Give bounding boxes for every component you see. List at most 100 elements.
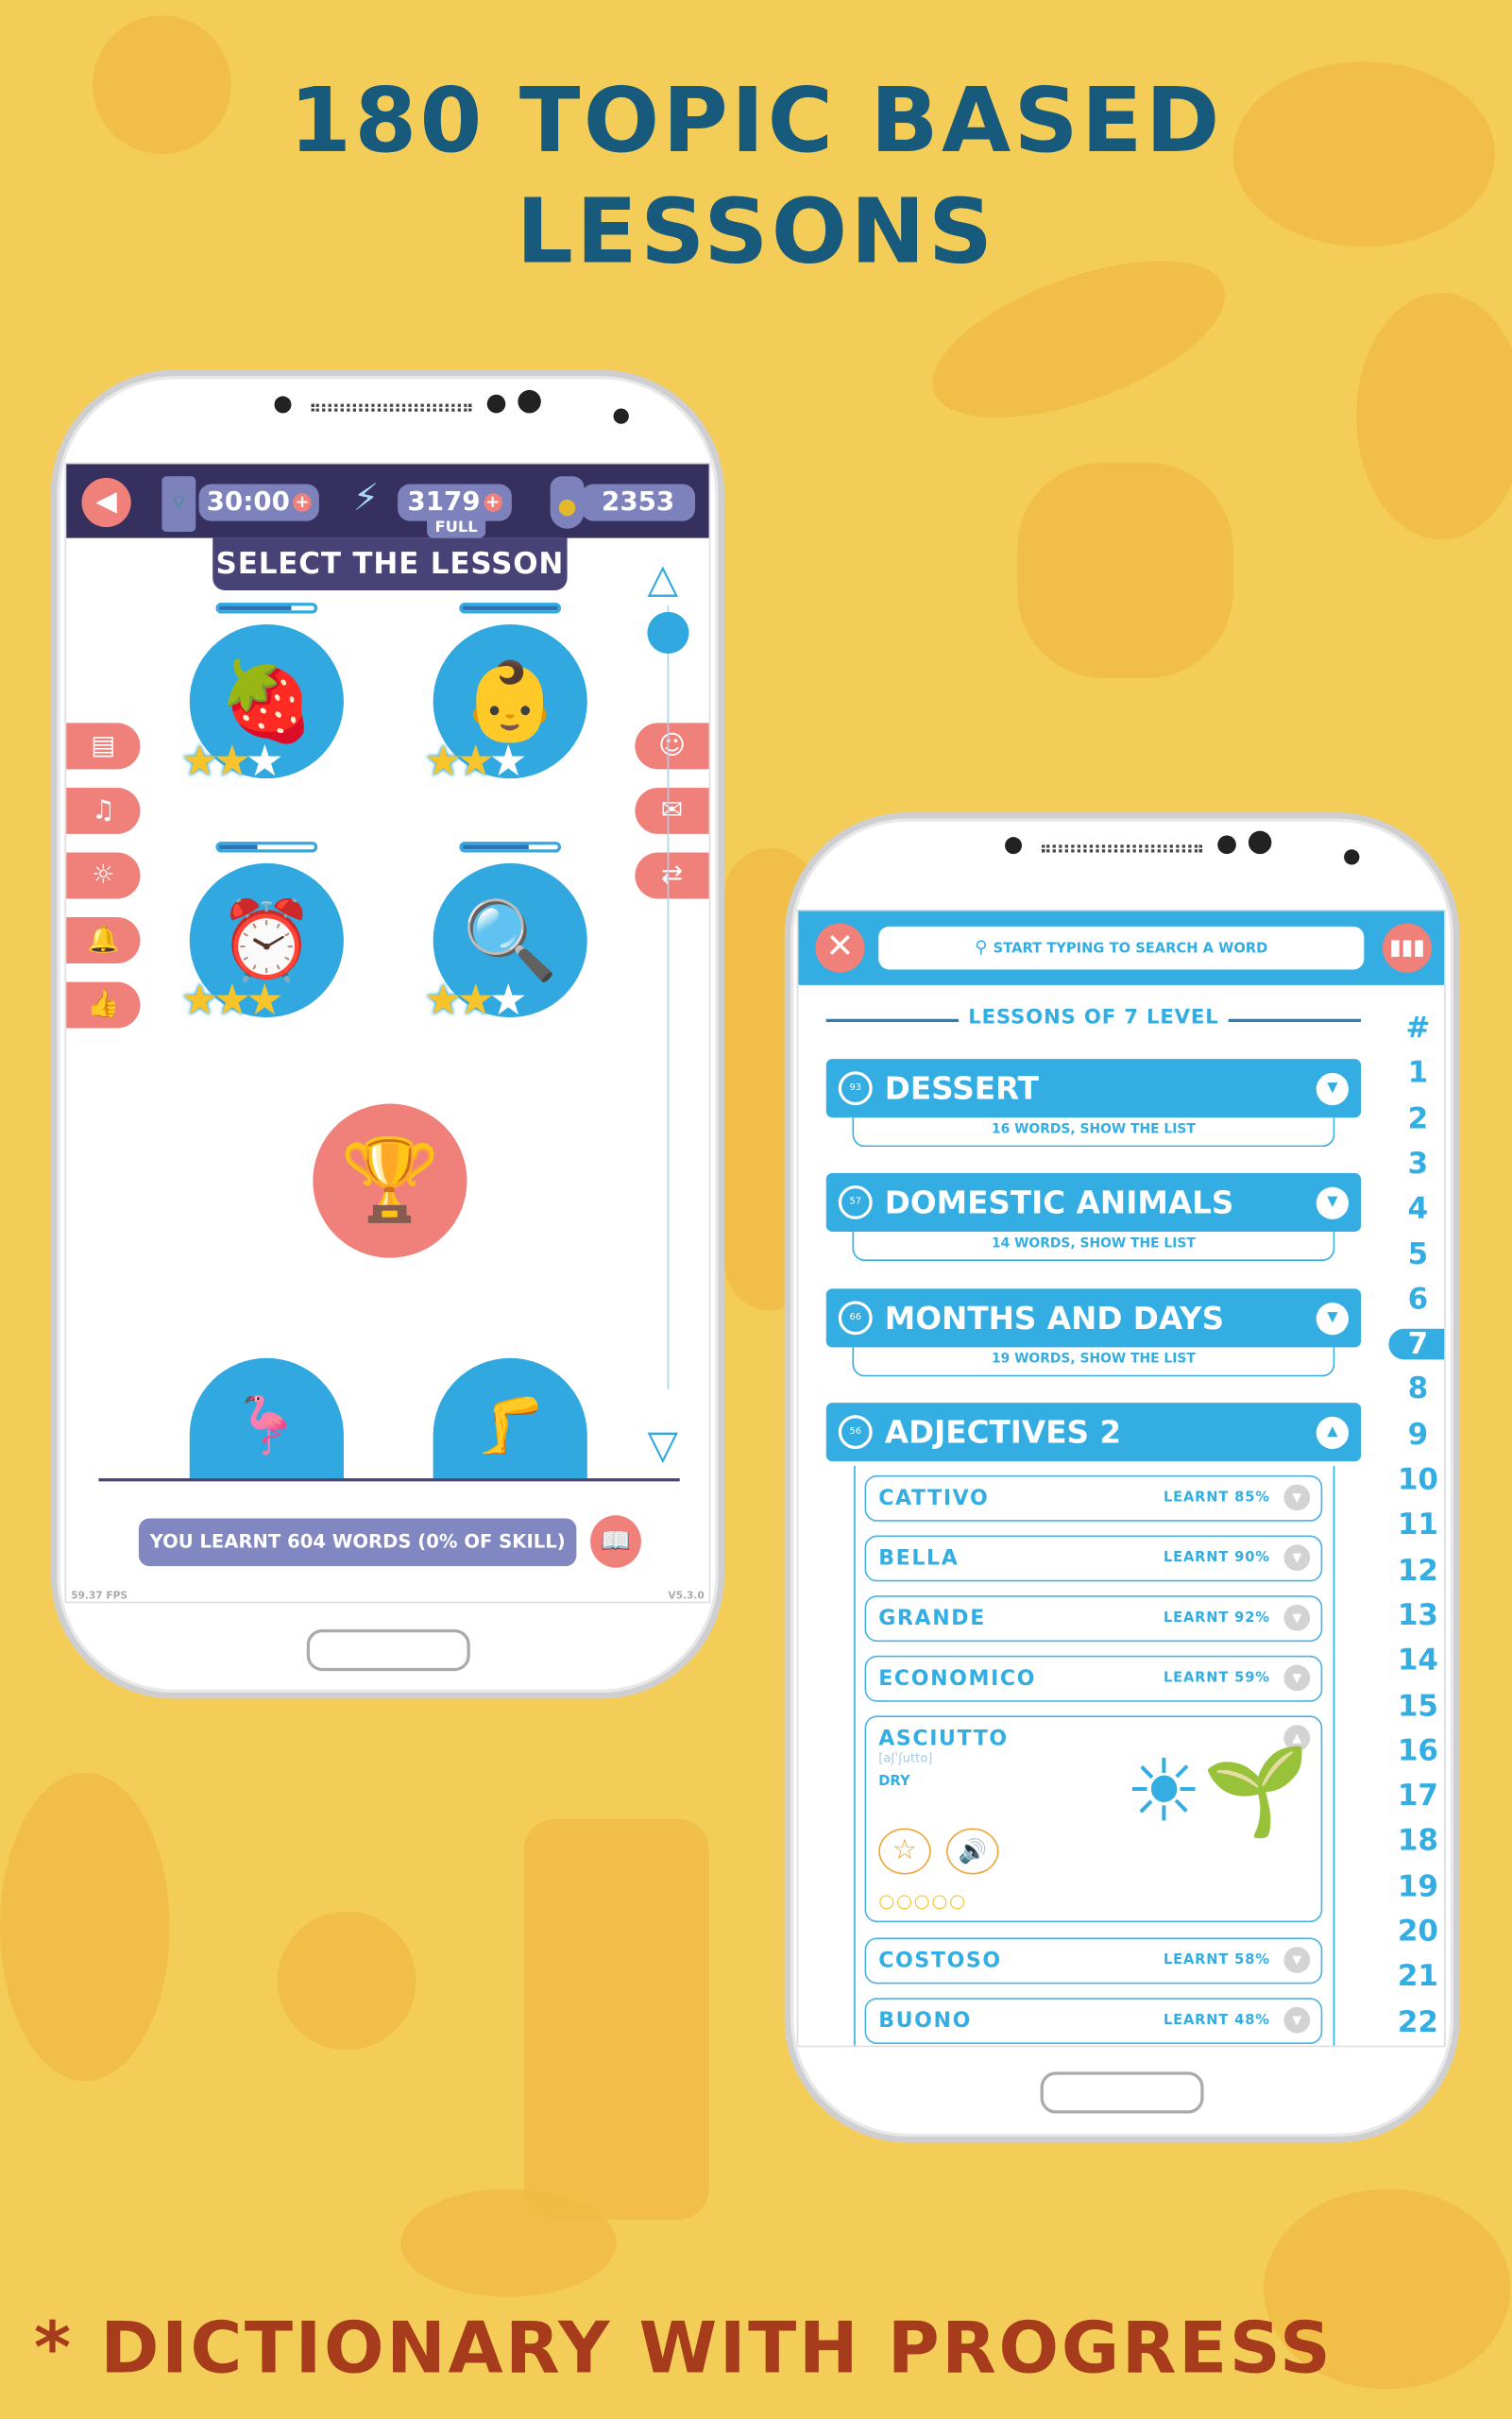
headline-line-1: 180 TOPIC BASED	[289, 67, 1223, 173]
word-row[interactable]: BELLA LEARNT 90% ▼	[864, 1535, 1323, 1582]
plus-icon[interactable]: +	[483, 492, 502, 512]
lesson-header[interactable]: 57 DOMESTIC ANIMALS ▼	[825, 1172, 1362, 1232]
index-item[interactable]: 21	[1388, 1955, 1444, 2000]
word-text: BUONO	[878, 2008, 973, 2034]
chevron-down-icon[interactable]: ▼	[1283, 2006, 1311, 2034]
index-item[interactable]: 17	[1388, 1775, 1444, 1819]
index-item[interactable]: 14	[1388, 1639, 1444, 1683]
close-button[interactable]: ✕	[815, 923, 865, 973]
star-filled-icon: ★	[179, 735, 219, 787]
chevron-down-icon[interactable]: ▼	[1316, 1186, 1349, 1219]
timer-stat[interactable]: 30:00 +	[198, 484, 319, 521]
status-bar: ◀ ⌔ 30:00 + ⚡ 3179 + FULL ● 2353	[66, 464, 709, 538]
users-swap-button[interactable]: ⇄	[635, 852, 709, 899]
index-item[interactable]: 18	[1388, 1819, 1444, 1864]
index-item[interactable]: 5	[1388, 1233, 1444, 1277]
chevron-down-icon[interactable]: ▼	[1283, 1664, 1311, 1692]
index-item[interactable]: 9	[1388, 1413, 1444, 1457]
lesson-name: ADJECTIVES 2	[884, 1413, 1122, 1451]
lesson-flamingo[interactable]: 🦩	[189, 1357, 344, 1479]
show-list-link[interactable]: 16 WORDS, SHOW THE LIST	[852, 1117, 1335, 1148]
word-row[interactable]: ECONOMICO LEARNT 59% ▼	[864, 1655, 1323, 1702]
brightness-button[interactable]: ☼	[66, 852, 141, 899]
word-row[interactable]: GRANDE LEARNT 92% ▼	[864, 1595, 1323, 1643]
word-row-expanded[interactable]: ASCIUTTO [aʃˈʃutto] DRY ▲ ☆ 🔊 ○○○○○ ☀🌱	[864, 1715, 1323, 1923]
progress-dots: ○○○○○	[878, 1889, 967, 1912]
dry-plant-illustration: ☀🌱	[1125, 1742, 1311, 1843]
index-item[interactable]: 3	[1388, 1142, 1444, 1186]
home-button[interactable]	[306, 1629, 470, 1672]
star-filled-icon: ★	[456, 974, 495, 1026]
coin-bag-icon: ●	[550, 476, 585, 529]
home-button[interactable]	[1040, 2071, 1204, 2114]
word-text: ECONOMICO	[878, 1666, 1037, 1692]
index-item[interactable]: 10	[1388, 1458, 1444, 1503]
index-item[interactable]: 12	[1388, 1548, 1444, 1593]
lesson-progress-bar	[215, 842, 318, 853]
chevron-down-icon[interactable]: ▼	[1283, 1544, 1311, 1572]
index-item[interactable]: 15	[1388, 1684, 1444, 1729]
chevron-down-icon[interactable]: ▼	[1283, 1484, 1311, 1511]
book-button[interactable]: ▤	[66, 723, 141, 770]
index-item[interactable]: 13	[1388, 1593, 1444, 1638]
scroll-up-arrow[interactable]: △	[647, 559, 678, 599]
chevron-down-icon[interactable]: ▼	[1316, 1072, 1349, 1106]
speaker-button[interactable]: 🔊	[946, 1828, 999, 1875]
index-item[interactable]: 1	[1388, 1052, 1444, 1097]
word-row[interactable]: COSTOSO LEARNT 58% ▼	[864, 1937, 1323, 1985]
lesson-header[interactable]: 93 DESSERT ▼	[825, 1059, 1362, 1118]
trophy-button[interactable]: 🏆	[313, 1103, 467, 1258]
learnt-percent: LEARNT 92%	[1163, 1610, 1270, 1627]
music-off-button[interactable]: ♫	[66, 787, 141, 834]
show-list-link[interactable]: 19 WORDS, SHOW THE LIST	[852, 1347, 1335, 1377]
face-icon: ☺	[658, 730, 687, 762]
bell-button[interactable]: 🔔	[66, 917, 141, 963]
chevron-down-icon[interactable]: ▼	[1283, 1604, 1311, 1631]
star-rating: ★★★	[179, 735, 284, 787]
coins-stat: 2353	[581, 484, 696, 521]
index-item[interactable]: 16	[1388, 1729, 1444, 1774]
chevron-down-icon[interactable]: ▼	[1283, 1947, 1311, 1973]
divider	[98, 1478, 680, 1481]
energy-stat[interactable]: 3179 +	[398, 484, 512, 521]
chevron-down-icon[interactable]: ▼	[1316, 1303, 1349, 1336]
index-item[interactable]: 22	[1388, 2001, 1444, 2045]
index-item[interactable]: #	[1388, 1007, 1444, 1051]
index-item[interactable]: 2	[1388, 1097, 1444, 1141]
progress-badge: 93	[838, 1071, 873, 1106]
lesson-body-parts[interactable]: 🦵	[433, 1357, 587, 1479]
scrollbar-track[interactable]	[667, 605, 670, 1389]
index-item[interactable]: 7	[1388, 1329, 1445, 1360]
favorite-star-button[interactable]: ☆	[878, 1828, 931, 1875]
index-item[interactable]: 20	[1388, 1910, 1444, 1954]
lesson-header[interactable]: 56 ADJECTIVES 2 ▲	[825, 1403, 1362, 1462]
index-item[interactable]: 4	[1388, 1187, 1444, 1232]
index-item[interactable]: 8	[1388, 1368, 1444, 1412]
back-button[interactable]: ◀	[81, 477, 131, 528]
plus-icon[interactable]: +	[293, 492, 312, 512]
word-row[interactable]: BUONO LEARNT 48% ▼	[864, 1998, 1323, 2045]
progress-badge: 56	[838, 1415, 873, 1450]
show-list-link[interactable]: 14 WORDS, SHOW THE LIST	[852, 1231, 1335, 1261]
word-row[interactable]: CATTIVO LEARNT 85% ▼	[864, 1474, 1323, 1522]
lesson-name: DESSERT	[884, 1069, 1039, 1107]
timer-value: 30:00	[206, 486, 290, 519]
reading-icon[interactable]: 📖	[590, 1515, 641, 1568]
flashcards-icon[interactable]: ▮▮▮	[1382, 923, 1433, 973]
learnt-words-summary[interactable]: YOU LEARNT 604 WORDS (0% OF SKILL)	[138, 1518, 577, 1567]
chevron-up-icon[interactable]: ▲	[1316, 1416, 1349, 1450]
star-filled-icon: ★	[179, 974, 219, 1026]
scroll-down-arrow[interactable]: ▽	[647, 1426, 678, 1466]
lesson-progress-bar	[459, 842, 562, 853]
index-item[interactable]: 11	[1388, 1504, 1444, 1548]
face-button[interactable]: ☺	[635, 723, 709, 770]
lesson-header[interactable]: 66 MONTHS AND DAYS ▼	[825, 1288, 1362, 1348]
index-item[interactable]: 6	[1388, 1278, 1444, 1322]
mail-button[interactable]: ✉	[635, 787, 709, 834]
index-item[interactable]: 19	[1388, 1865, 1444, 1909]
lesson-name: DOMESTIC ANIMALS	[884, 1184, 1234, 1221]
music-off-icon: ♫	[91, 795, 115, 826]
search-input[interactable]: ⚲ START TYPING TO SEARCH A WORD	[878, 926, 1365, 970]
scrollbar-thumb[interactable]	[647, 611, 689, 654]
thumbs-up-button[interactable]: 👍	[66, 981, 141, 1029]
